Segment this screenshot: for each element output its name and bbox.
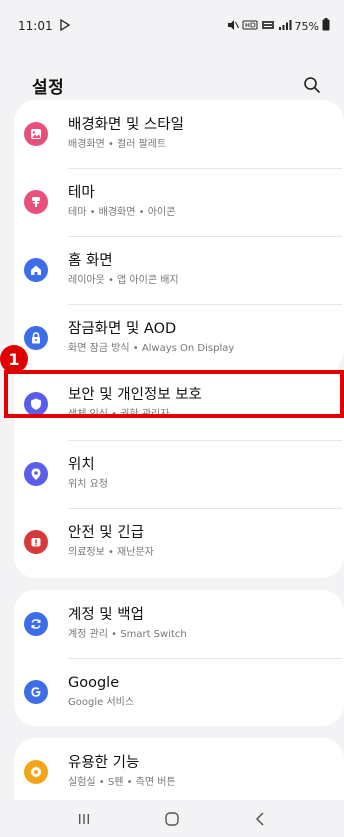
status-bar: 11:01 75%	[0, 0, 344, 52]
settings-item-google[interactable]: Google Google 서비스	[14, 658, 344, 726]
item-subtitle: 배경화면 • 컬러 팔레트	[68, 139, 167, 150]
home-nav-icon	[165, 811, 179, 826]
settings-item-accounts-backup[interactable]: 계정 및 백업 계정 관리 • Smart Switch	[14, 590, 344, 658]
settings-item-location[interactable]: 위치 위치 요청	[14, 440, 344, 508]
settings-item-home-screen[interactable]: 홈 화면 레이아웃 • 앱 아이콘 배지	[14, 236, 344, 304]
lte-icon	[261, 19, 275, 34]
sync-icon	[24, 612, 48, 636]
settings-item-advanced-features[interactable]: 유용한 기능 실험실 • S펜 • 측면 버튼	[14, 738, 344, 806]
item-subtitle: 화면 잠금 방식 • Always On Display	[68, 343, 235, 354]
settings-group-advanced: 유용한 기능 실험실 • S펜 • 측면 버튼	[14, 738, 344, 806]
emergency-icon	[24, 530, 48, 554]
settings-group-accounts: 계정 및 백업 계정 관리 • Smart Switch Google Goog…	[14, 590, 344, 726]
settings-group-display: 배경화면 및 스타일 배경화면 • 컬러 팔레트 테마 테마 • 배경화면 • …	[14, 100, 344, 372]
battery-icon	[322, 18, 330, 34]
settings-item-safety-emergency[interactable]: 안전 및 긴급 의료정보 • 재난문자	[14, 508, 344, 576]
search-button[interactable]	[298, 71, 326, 99]
item-subtitle: 생체 인식 • 권한 관리자	[68, 409, 170, 420]
item-title: Google	[68, 675, 120, 691]
status-time: 11:01	[18, 19, 53, 33]
lock-icon	[24, 326, 48, 350]
page-title: 설정	[32, 77, 65, 98]
item-subtitle: 계정 관리 • Smart Switch	[68, 629, 187, 640]
item-title: 홈 화면	[68, 253, 113, 269]
item-title: 배경화면 및 스타일	[68, 117, 184, 133]
item-title: 계정 및 백업	[68, 607, 144, 623]
wallpaper-icon	[24, 122, 48, 146]
item-title: 안전 및 긴급	[68, 525, 144, 541]
settings-group-security: 보안 및 개인정보 보호 생체 인식 • 권한 관리자 위치 위치 요청 안전 …	[14, 360, 344, 578]
item-subtitle: 실험실 • S펜 • 측면 버튼	[68, 777, 176, 788]
step-badge: 1	[0, 345, 28, 373]
hd-voice-icon	[242, 19, 258, 34]
settings-item-theme[interactable]: 테마 테마 • 배경화면 • 아이콘	[14, 168, 344, 236]
location-icon	[24, 462, 48, 486]
recent-apps-icon	[79, 813, 89, 824]
theme-icon	[24, 190, 48, 214]
mute-icon	[227, 19, 239, 34]
item-title: 위치	[68, 457, 95, 473]
item-subtitle: Google 서비스	[68, 697, 135, 708]
item-title: 보안 및 개인정보 보호	[68, 387, 202, 403]
navigation-bar	[0, 800, 344, 837]
search-icon	[304, 77, 320, 93]
signal-icon	[278, 19, 292, 34]
back-icon	[255, 811, 264, 826]
battery-percent: 75%	[294, 19, 319, 33]
item-title: 테마	[68, 185, 95, 201]
home-button[interactable]	[152, 804, 192, 834]
item-title: 유용한 기능	[68, 755, 140, 771]
play-icon	[59, 18, 71, 34]
home-icon	[24, 258, 48, 282]
settings-item-wallpaper[interactable]: 배경화면 및 스타일 배경화면 • 컬러 팔레트	[14, 100, 344, 168]
recent-apps-button[interactable]	[64, 804, 104, 834]
item-subtitle: 레이아웃 • 앱 아이콘 배지	[68, 275, 179, 286]
google-icon	[24, 680, 48, 704]
item-subtitle: 위치 요청	[68, 479, 108, 490]
item-subtitle: 테마 • 배경화면 • 아이콘	[68, 207, 176, 218]
advanced-features-icon	[24, 760, 48, 784]
shield-icon	[24, 392, 48, 416]
item-subtitle: 의료정보 • 재난문자	[68, 547, 154, 558]
item-title: 잠금화면 및 AOD	[68, 321, 177, 337]
settings-item-security-privacy[interactable]: 보안 및 개인정보 보호 생체 인식 • 권한 관리자	[14, 370, 344, 438]
back-button[interactable]	[240, 804, 280, 834]
